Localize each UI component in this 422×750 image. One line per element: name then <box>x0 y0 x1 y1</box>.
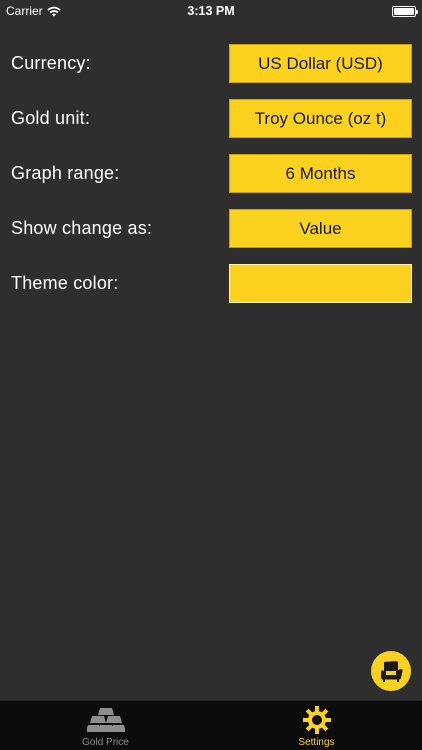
gold-unit-label: Gold unit: <box>11 108 91 128</box>
gold-bars-icon <box>86 705 126 735</box>
show-change-button[interactable]: Value <box>229 209 412 248</box>
battery-icon <box>392 5 418 17</box>
show-change-row: Show change as: Value <box>0 201 422 256</box>
tab-gold-price[interactable]: Gold Price <box>0 701 211 750</box>
currency-row: Currency: US Dollar (USD) <box>0 36 422 91</box>
status-time: 3:13 PM <box>187 4 235 18</box>
currency-button[interactable]: US Dollar (USD) <box>229 44 412 83</box>
currency-label: Currency: <box>11 53 91 73</box>
armchair-icon <box>381 661 403 682</box>
armchair-button[interactable] <box>371 651 411 691</box>
graph-range-label: Graph range: <box>11 163 120 183</box>
tab-settings-label: Settings <box>298 737 335 748</box>
show-change-label: Show change as: <box>11 218 153 238</box>
tab-gold-price-label: Gold Price <box>82 737 129 748</box>
tab-bar: Gold Price Settings <box>0 700 422 750</box>
graph-range-button[interactable]: 6 Months <box>229 154 412 193</box>
battery-level <box>394 7 414 15</box>
settings-list: Currency: US Dollar (USD) Gold unit: Tro… <box>0 36 422 311</box>
gold-unit-button[interactable]: Troy Ounce (oz t) <box>229 99 412 138</box>
theme-color-label: Theme color: <box>11 273 119 293</box>
wifi-icon <box>46 6 61 16</box>
status-left: Carrier <box>6 4 61 18</box>
status-bar: Carrier 3:13 PM <box>0 0 422 22</box>
carrier-label: Carrier <box>6 4 43 18</box>
theme-color-swatch[interactable] <box>229 264 412 303</box>
tab-settings[interactable]: Settings <box>211 701 422 750</box>
gold-unit-row: Gold unit: Troy Ounce (oz t) <box>0 91 422 146</box>
gear-icon <box>297 705 337 735</box>
graph-range-row: Graph range: 6 Months <box>0 146 422 201</box>
theme-color-row: Theme color: <box>0 256 422 311</box>
